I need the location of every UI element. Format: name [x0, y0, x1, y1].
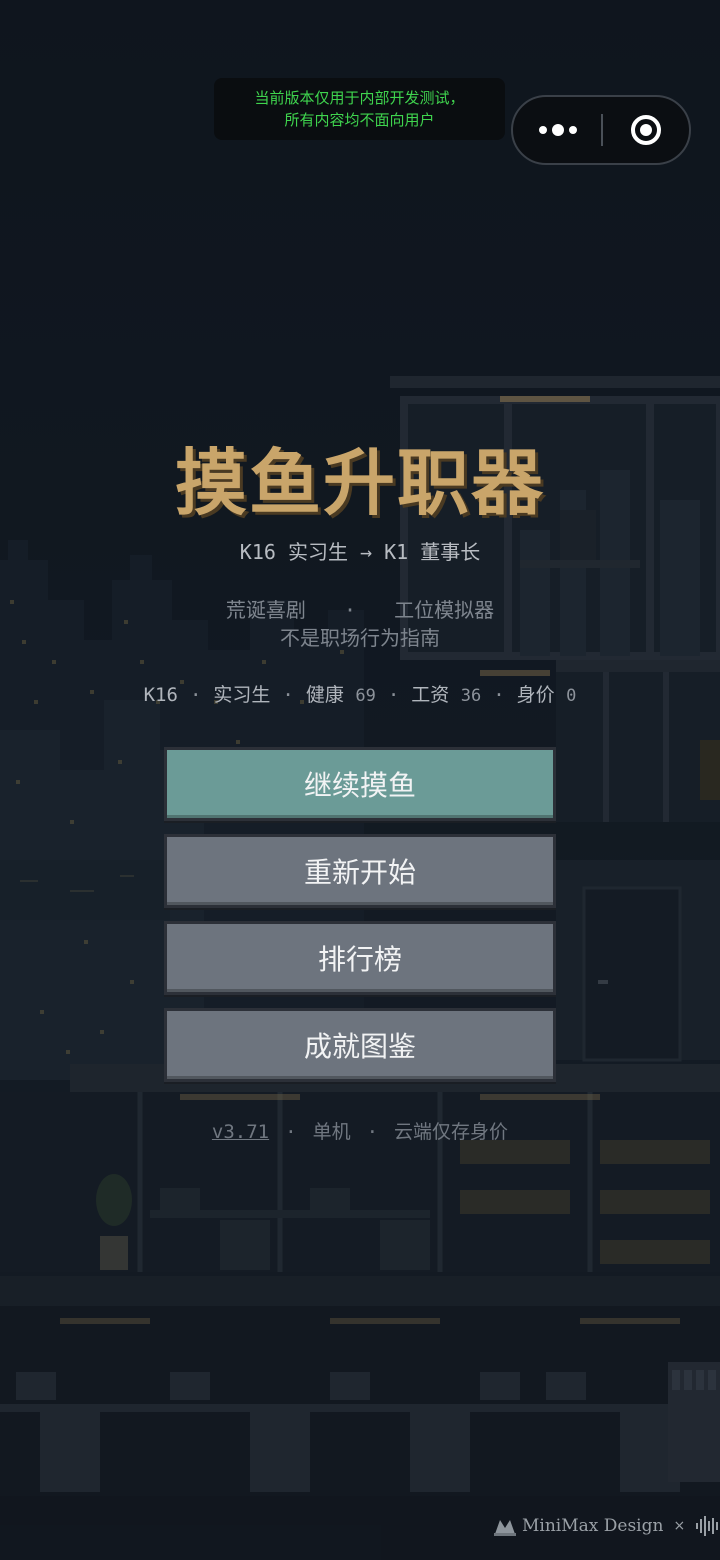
- tagline-line-1: 荒诞喜剧 · 工位模拟器: [0, 594, 720, 623]
- version-link[interactable]: v3.71: [212, 1121, 269, 1143]
- credit-brand: MiniMax Design: [522, 1516, 664, 1536]
- stat-role: 实习生: [213, 684, 271, 706]
- stat-separator: ·: [282, 684, 294, 706]
- stat-salary-label: 工资: [411, 684, 450, 706]
- stat-salary-value: 36: [460, 686, 482, 706]
- stat-worth-value: 0: [566, 686, 577, 706]
- tagline-genre: 荒诞喜剧: [225, 598, 306, 622]
- restart-button[interactable]: 重新开始: [164, 834, 556, 908]
- dev-notice-line-2: 所有内容均不面向用户: [284, 111, 435, 129]
- version-separator: ·: [285, 1121, 297, 1143]
- stat-health-value: 69: [355, 686, 376, 706]
- more-menu-button[interactable]: [513, 97, 602, 163]
- leaderboard-button[interactable]: 排行榜: [164, 921, 556, 995]
- credit-bar: MiniMax Design × M: [494, 1512, 720, 1540]
- more-dots-icon-right: [568, 126, 577, 134]
- game-subtitle: K16 实习生 → K1 董事长: [239, 540, 481, 564]
- continue-button[interactable]: 继续摸鱼: [164, 747, 556, 821]
- credit-times: ×: [673, 1518, 686, 1534]
- tagline-type: 工位模拟器: [394, 598, 495, 622]
- dev-notice-banner: 当前版本仅用于内部开发测试， 所有内容均不面向用户: [214, 78, 505, 140]
- tagline-line-2: 不是职场行为指南: [280, 626, 440, 650]
- minimax-logo-icon: [494, 1520, 516, 1536]
- stat-separator: ·: [387, 684, 400, 706]
- waveform-logo-icon: [696, 1516, 719, 1536]
- stat-worth-label: 身价: [516, 684, 555, 706]
- stat-level: K16: [143, 684, 178, 706]
- player-stats: K16 · 实习生 · 健康 69 · 工资 36 · 身价 0: [0, 680, 720, 707]
- version-info: v3.71 · 单机 · 云端仅存身价: [0, 1117, 720, 1144]
- close-miniprogram-button[interactable]: [603, 97, 689, 163]
- stat-health-label: 健康: [305, 684, 344, 706]
- cloud-note: 云端仅存身价: [394, 1121, 509, 1143]
- achievements-button[interactable]: 成就图鉴: [164, 1008, 556, 1082]
- more-dots-icon: [538, 126, 547, 134]
- target-ring-core: [640, 124, 652, 136]
- dev-notice-line-1: 当前版本仅用于内部开发测试，: [254, 89, 465, 107]
- game-title: 摸鱼升职器: [174, 441, 545, 525]
- version-separator: ·: [366, 1121, 379, 1143]
- stat-separator: ·: [493, 684, 505, 706]
- tagline-separator: ·: [343, 598, 357, 622]
- more-dots-icon-center: [551, 124, 564, 136]
- miniprogram-capsule: [511, 95, 691, 165]
- stat-separator: ·: [189, 684, 202, 706]
- target-ring-icon: [631, 115, 661, 145]
- mode-label: 单机: [312, 1121, 351, 1143]
